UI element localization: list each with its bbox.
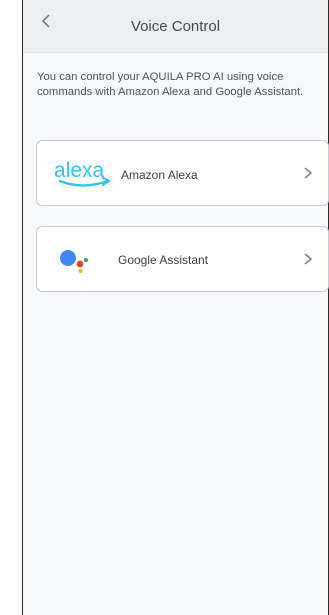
google-assistant-label: Google Assistant (118, 253, 209, 267)
amazon-alexa-card[interactable]: alexa Amazon Alexa (36, 140, 329, 206)
google-assistant-logo (60, 250, 88, 273)
chevron-right-icon (304, 167, 313, 179)
google-assistant-card[interactable]: Google Assistant (36, 226, 329, 292)
alexa-logo: alexa (54, 159, 111, 187)
svg-text:alexa: alexa (54, 159, 105, 182)
phone-screen: Voice Control You can control your AQUIL… (22, 0, 329, 615)
amazon-alexa-label: Amazon Alexa (121, 168, 198, 182)
app-header: Voice Control (23, 0, 328, 53)
page-title: Voice Control (130, 18, 221, 35)
chevron-right-icon (304, 253, 313, 265)
description-text: You can control your AQUILA PRO AI using… (37, 71, 304, 98)
